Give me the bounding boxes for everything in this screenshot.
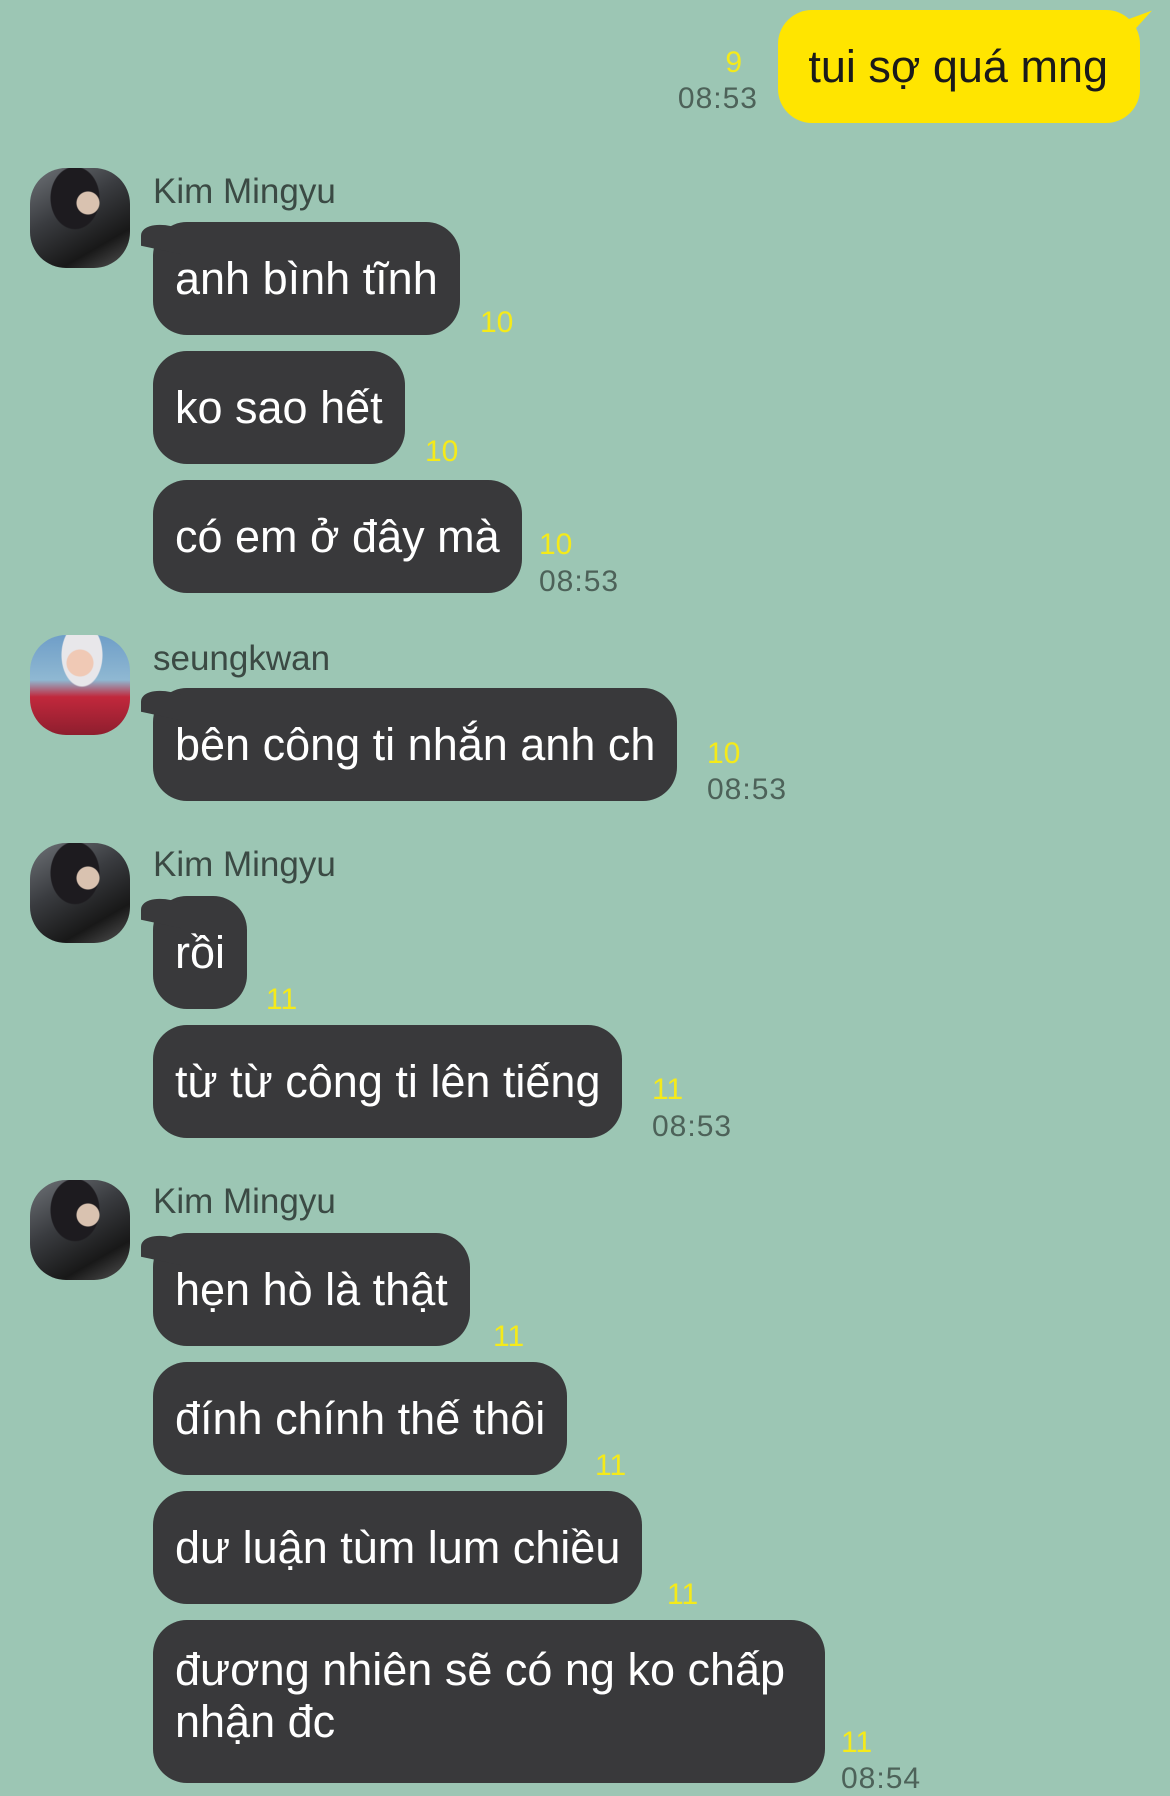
- incoming-bubble[interactable]: từ từ công ti lên tiếng: [153, 1025, 623, 1138]
- seungkwan-avatar[interactable]: [30, 635, 130, 735]
- unread-count: 10: [425, 435, 459, 468]
- sender-name: Kim Mingyu: [153, 172, 336, 211]
- incoming-bubble[interactable]: dư luận tùm lum chiều: [153, 1491, 643, 1604]
- mingyu-avatar[interactable]: [30, 843, 130, 943]
- sender-name: Kim Mingyu: [153, 1182, 336, 1221]
- mingyu-avatar[interactable]: [30, 168, 130, 268]
- unread-count: 11: [595, 1449, 627, 1482]
- unread-count: 9: [725, 46, 742, 79]
- message-time: 08:53: [539, 565, 620, 598]
- incoming-bubble[interactable]: bên công ti nhắn anh ch: [153, 688, 678, 801]
- incoming-bubble[interactable]: có em ở đây mà: [153, 480, 522, 593]
- incoming-bubble[interactable]: anh bình tĩnh: [153, 222, 460, 335]
- incoming-bubble[interactable]: rồi: [153, 896, 248, 1009]
- incoming-bubble[interactable]: hẹn hò là thật: [153, 1233, 470, 1346]
- unread-count: 11: [266, 983, 298, 1016]
- unread-count: 11: [841, 1726, 873, 1759]
- incoming-bubble[interactable]: ko sao hết: [153, 351, 405, 464]
- sender-name: seungkwan: [153, 639, 331, 678]
- message-time: 08:53: [677, 82, 758, 115]
- incoming-bubble[interactable]: đính chính thế thôi: [153, 1362, 568, 1475]
- message-time: 08:53: [652, 1110, 733, 1143]
- mingyu-avatar[interactable]: [30, 1180, 130, 1280]
- unread-count: 10: [539, 528, 573, 561]
- message-time: 08:54: [841, 1762, 922, 1795]
- unread-count: 10: [707, 737, 741, 770]
- incoming-bubble[interactable]: đương nhiên sẽ có ng ko chấp nhận đc: [153, 1620, 825, 1783]
- sender-name: Kim Mingyu: [153, 845, 336, 884]
- unread-count: 11: [652, 1073, 684, 1106]
- outgoing-bubble[interactable]: tui sợ quá mng: [778, 10, 1140, 123]
- unread-count: 11: [667, 1578, 699, 1611]
- chat-view[interactable]: 9 08:53 tui sợ quá mng Kim Mingyu anh bì…: [0, 0, 1170, 1795]
- unread-count: 10: [480, 306, 514, 339]
- unread-count: 11: [493, 1320, 525, 1353]
- message-time: 08:53: [707, 773, 788, 806]
- outgoing-message: 9 08:53 tui sợ quá mng: [0, 10, 1170, 125]
